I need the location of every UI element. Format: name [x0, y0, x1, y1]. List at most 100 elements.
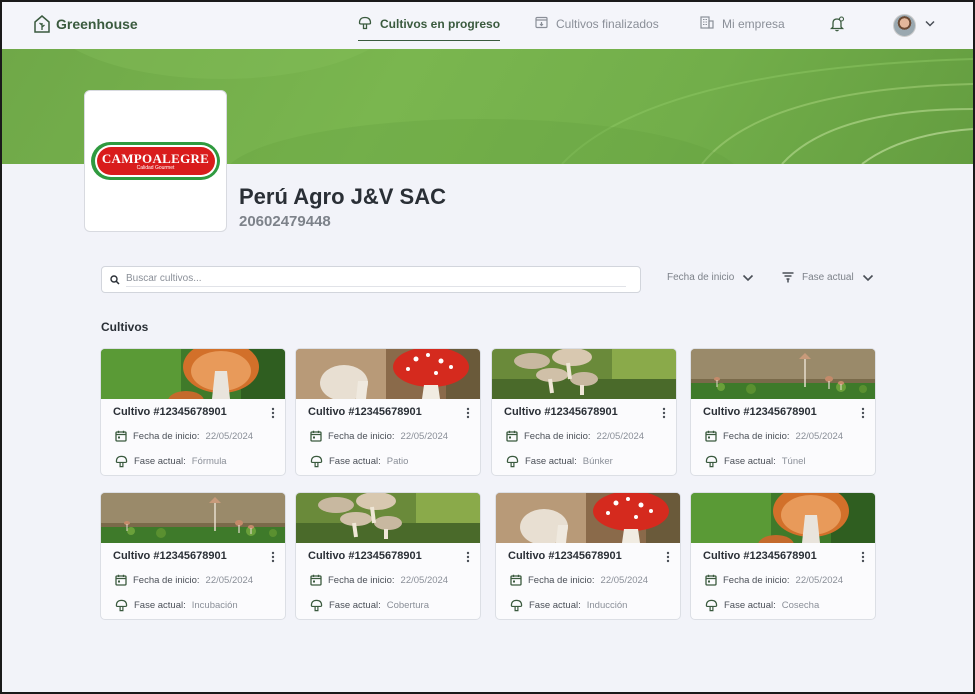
- section-title: Cultivos: [101, 320, 149, 334]
- cultivo-card[interactable]: Cultivo #12345678901 Fecha de inicio: 22…: [100, 492, 286, 620]
- app-window: Greenhouse Cultivos en progreso Cultivos…: [2, 2, 973, 692]
- cultivo-card[interactable]: Cultivo #12345678901 Fecha de inicio: 22…: [295, 348, 481, 476]
- card-menu-button[interactable]: [466, 550, 470, 568]
- phase-label: Fase actual:: [329, 456, 381, 467]
- cultivo-card[interactable]: Cultivo #12345678901 Fecha de inicio: 22…: [100, 348, 286, 476]
- phase-value: Cosecha: [781, 600, 820, 611]
- notification-bell-icon[interactable]: [830, 16, 845, 32]
- phase-label: Fase actual:: [724, 456, 776, 467]
- phase-filter[interactable]: Fase actual: [782, 272, 874, 283]
- phase-value: Patio: [386, 456, 409, 467]
- cultivo-image: [691, 493, 875, 543]
- phase-label: Fase actual:: [134, 600, 186, 611]
- search-bar: [101, 266, 641, 293]
- start-date-row: Fecha de inicio: 22/05/2024: [510, 574, 648, 586]
- start-date-label: Fecha de inicio:: [328, 430, 395, 442]
- phase-label: Fase actual:: [529, 600, 581, 611]
- company-logo: CAMPOALEGRE Calidad Gourmet: [84, 90, 227, 232]
- start-date-row: Fecha de inicio: 22/05/2024: [310, 430, 448, 442]
- filter-funnel-icon: [782, 272, 794, 283]
- mushroom-icon: [310, 455, 323, 468]
- logo-badge-inner: CAMPOALEGRE Calidad Gourmet: [94, 145, 217, 177]
- phase-row: Fase actual: Incubación: [115, 599, 238, 612]
- start-date-row: Fecha de inicio: 22/05/2024: [506, 430, 644, 442]
- building-icon: [700, 16, 714, 29]
- cultivo-image: [296, 493, 480, 543]
- chevron-down-icon[interactable]: [925, 20, 935, 27]
- card-menu-button[interactable]: [271, 406, 275, 424]
- phase-row: Fase actual: Cosecha: [705, 599, 819, 612]
- cultivo-image: [496, 493, 680, 543]
- brand-logo[interactable]: Greenhouse: [34, 15, 138, 33]
- more-options-icon: [662, 407, 666, 419]
- top-navbar: Greenhouse Cultivos en progreso Cultivos…: [2, 2, 973, 49]
- filter-label: Fase actual: [802, 272, 854, 283]
- cultivo-card[interactable]: Cultivo #12345678901 Fecha de inicio: 22…: [491, 348, 677, 476]
- nav-cultivos-en-progreso[interactable]: Cultivos en progreso: [358, 16, 501, 41]
- start-date-value: 22/05/2024: [400, 430, 449, 442]
- more-options-icon: [271, 551, 275, 563]
- nav-mi-empresa[interactable]: Mi empresa: [700, 16, 785, 41]
- start-date-row: Fecha de inicio: 22/05/2024: [310, 574, 448, 586]
- phase-row: Fase actual: Túnel: [705, 455, 806, 468]
- start-date-filter[interactable]: Fecha de inicio: [667, 272, 754, 283]
- phase-row: Fase actual: Fórmula: [115, 455, 227, 468]
- cultivo-image: [691, 349, 875, 399]
- card-menu-button[interactable]: [861, 406, 865, 424]
- cultivo-card[interactable]: Cultivo #12345678901 Fecha de inicio: 22…: [690, 348, 876, 476]
- chevron-down-icon: [743, 274, 754, 281]
- card-menu-button[interactable]: [271, 550, 275, 568]
- mushroom-icon: [310, 599, 323, 612]
- filter-label: Fecha de inicio: [667, 272, 735, 283]
- nav-cultivos-finalizados[interactable]: Cultivos finalizados: [535, 16, 659, 41]
- start-date-label: Fecha de inicio:: [723, 574, 790, 586]
- phase-value: Túnel: [781, 456, 806, 467]
- search-input[interactable]: [126, 272, 626, 287]
- start-date-value: 22/05/2024: [596, 430, 645, 442]
- calendar-icon: [510, 574, 522, 586]
- greenhouse-icon: [34, 15, 50, 33]
- cultivo-card[interactable]: Cultivo #12345678901 Fecha de inicio: 22…: [495, 492, 681, 620]
- calendar-icon: [115, 430, 127, 442]
- cultivo-image: [101, 493, 285, 543]
- start-date-row: Fecha de inicio: 22/05/2024: [705, 574, 843, 586]
- logo-brand: CAMPOALEGRE: [101, 150, 210, 166]
- start-date-value: 22/05/2024: [600, 574, 649, 586]
- start-date-label: Fecha de inicio:: [524, 430, 591, 442]
- phase-label: Fase actual:: [329, 600, 381, 611]
- cultivo-card[interactable]: Cultivo #12345678901 Fecha de inicio: 22…: [295, 492, 481, 620]
- mushroom-icon: [358, 16, 372, 30]
- start-date-label: Fecha de inicio:: [133, 574, 200, 586]
- phase-row: Fase actual: Cobertura: [310, 599, 429, 612]
- mushroom-icon: [510, 599, 523, 612]
- card-menu-button[interactable]: [662, 406, 666, 424]
- phase-row: Fase actual: Búnker: [506, 455, 613, 468]
- card-menu-button[interactable]: [666, 550, 670, 568]
- more-options-icon: [271, 407, 275, 419]
- mushroom-icon: [115, 455, 128, 468]
- phase-value: Fórmula: [191, 456, 227, 467]
- calendar-icon: [506, 430, 518, 442]
- nav-label: Cultivos en progreso: [380, 17, 501, 31]
- cultivo-image: [296, 349, 480, 399]
- cultivo-image: [492, 349, 676, 399]
- start-date-value: 22/05/2024: [400, 574, 449, 586]
- logo-badge-red: CAMPOALEGRE Calidad Gourmet: [96, 147, 215, 175]
- start-date-row: Fecha de inicio: 22/05/2024: [115, 574, 253, 586]
- card-menu-button[interactable]: [466, 406, 470, 424]
- start-date-value: 22/05/2024: [795, 430, 844, 442]
- calendar-icon: [705, 574, 717, 586]
- archive-box-icon: [535, 16, 548, 29]
- company-ruc: 20602479448: [239, 213, 331, 230]
- logo-tagline: Calidad Gourmet: [136, 164, 175, 171]
- cultivo-card[interactable]: Cultivo #12345678901 Fecha de inicio: 22…: [690, 492, 876, 620]
- card-menu-button[interactable]: [861, 550, 865, 568]
- mushroom-icon: [506, 455, 519, 468]
- calendar-icon: [115, 574, 127, 586]
- phase-value: Inducción: [586, 600, 628, 611]
- user-avatar[interactable]: [893, 14, 916, 37]
- cultivo-title: Cultivo #12345678901: [703, 406, 817, 418]
- start-date-label: Fecha de inicio:: [528, 574, 595, 586]
- nav-label: Cultivos finalizados: [556, 17, 659, 31]
- cultivo-title: Cultivo #12345678901: [308, 550, 422, 562]
